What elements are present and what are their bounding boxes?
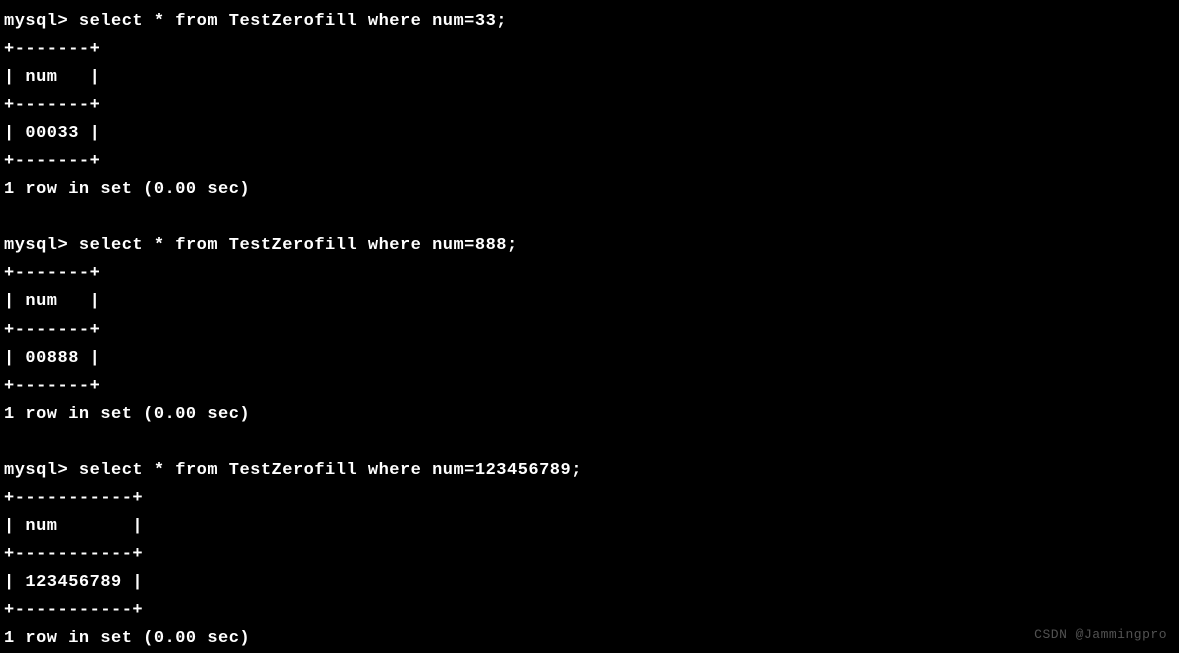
mysql-prompt: mysql> <box>4 236 79 255</box>
table-header: | num | <box>4 288 1175 316</box>
table-border: +-----------+ <box>4 541 1175 569</box>
query-line: mysql> select * from TestZerofill where … <box>4 8 1175 36</box>
table-header: | num | <box>4 513 1175 541</box>
mysql-prompt: mysql> <box>4 12 79 31</box>
table-border: +-------+ <box>4 373 1175 401</box>
table-border: +-------+ <box>4 92 1175 120</box>
table-row: | 123456789 | <box>4 569 1175 597</box>
table-border: +-----------+ <box>4 485 1175 513</box>
table-header: | num | <box>4 64 1175 92</box>
table-border: +-----------+ <box>4 597 1175 625</box>
table-border: +-------+ <box>4 317 1175 345</box>
table-border: +-------+ <box>4 148 1175 176</box>
sql-command: select * from TestZerofill where num=33; <box>79 12 507 31</box>
blank-line <box>4 429 1175 457</box>
query-line: mysql> select * from TestZerofill where … <box>4 232 1175 260</box>
mysql-prompt: mysql> <box>4 461 79 480</box>
sql-command: select * from TestZerofill where num=123… <box>79 461 582 480</box>
blank-line <box>4 204 1175 232</box>
status-line: 1 row in set (0.00 sec) <box>4 176 1175 204</box>
status-line: 1 row in set (0.00 sec) <box>4 401 1175 429</box>
terminal-output: mysql> select * from TestZerofill where … <box>4 8 1175 653</box>
status-line: 1 row in set (0.00 sec) <box>4 625 1175 653</box>
watermark-text: CSDN @Jammingpro <box>1034 624 1167 645</box>
table-row: | 00888 | <box>4 345 1175 373</box>
table-row: | 00033 | <box>4 120 1175 148</box>
table-border: +-------+ <box>4 260 1175 288</box>
query-line: mysql> select * from TestZerofill where … <box>4 457 1175 485</box>
sql-command: select * from TestZerofill where num=888… <box>79 236 518 255</box>
table-border: +-------+ <box>4 36 1175 64</box>
